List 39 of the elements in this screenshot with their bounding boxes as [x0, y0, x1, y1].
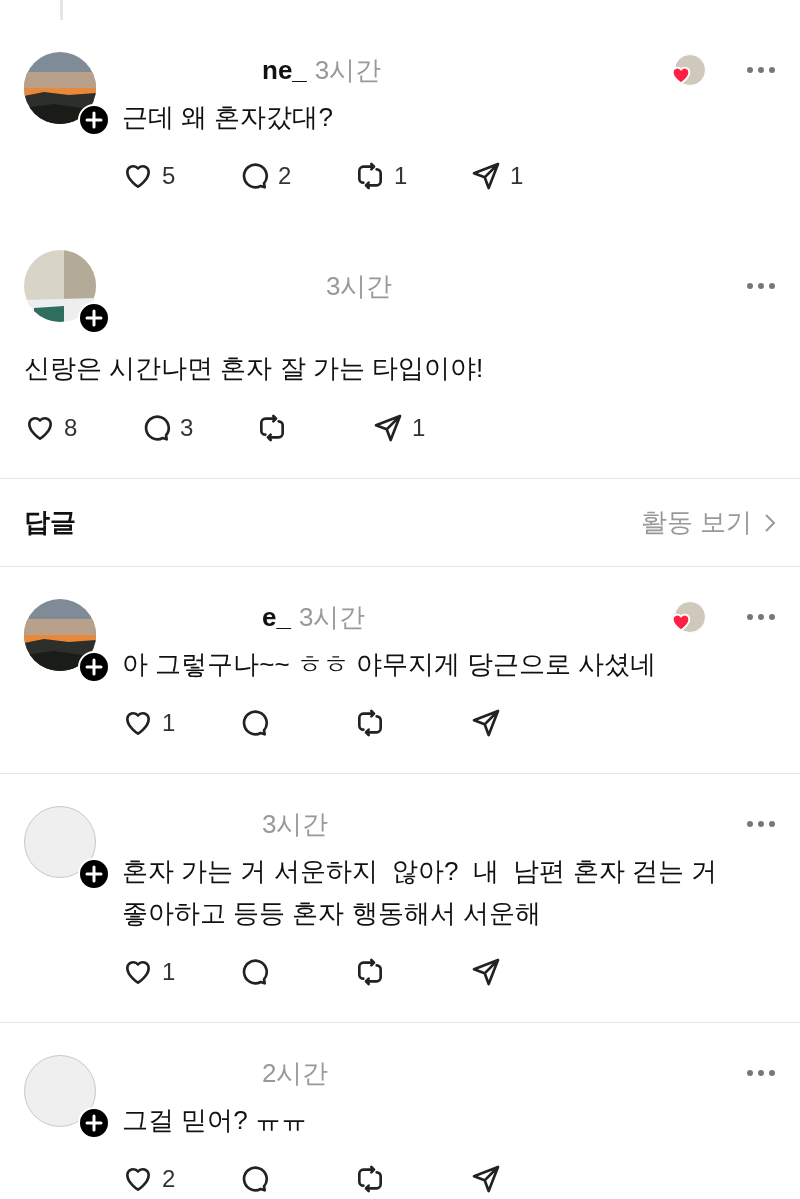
chevron-right-icon: [764, 512, 776, 533]
timestamp: 3시간: [298, 601, 366, 634]
send-icon[interactable]: [470, 160, 502, 192]
send-icon[interactable]: [372, 412, 404, 444]
count: 1: [510, 161, 524, 191]
more-icon[interactable]: [746, 820, 776, 828]
count: 8: [64, 413, 78, 443]
send-icon[interactable]: [470, 1163, 502, 1195]
send-icon[interactable]: [470, 707, 502, 739]
more-icon[interactable]: [746, 282, 776, 290]
follow-plus-icon[interactable]: [78, 858, 110, 890]
more-icon[interactable]: [746, 66, 776, 74]
count: 1: [162, 708, 176, 738]
follow-plus-icon[interactable]: [78, 651, 110, 683]
post-text: 신랑은 시간나면 혼자 잘 가는 타입이야!: [24, 352, 485, 385]
timestamp: 2시간: [262, 1057, 329, 1090]
follow-plus-icon[interactable]: [78, 302, 110, 334]
send-icon[interactable]: [470, 956, 502, 988]
username[interactable]: ne_: [262, 52, 307, 88]
follow-plus-icon[interactable]: [78, 1107, 110, 1139]
count: 1: [162, 957, 176, 987]
count: 2: [162, 1164, 176, 1194]
count: 2: [278, 161, 292, 191]
timestamp: 3시간: [314, 54, 382, 87]
replies-heading: 답글: [24, 506, 76, 539]
more-icon[interactable]: [746, 613, 776, 621]
count: 3: [180, 413, 194, 443]
reply-text: 아 그렇구나~~ ㅎㅎ 야무지게 당근으로 사셨네: [122, 648, 658, 681]
follow-plus-icon[interactable]: [78, 104, 110, 136]
timestamp: 3시간: [326, 270, 393, 303]
count: 1: [394, 161, 408, 191]
reply-text: 그걸 믿어? ㅠㅠ: [122, 1104, 308, 1137]
count: 5: [162, 161, 176, 191]
timestamp: 3시간: [262, 808, 329, 841]
reply-text: 근데 왜 혼자갔대?: [122, 101, 334, 134]
count: 1: [412, 413, 426, 443]
reply-text: 혼자 가는 거 서운하지 않아? 내 남편 혼자 걷는 거 좋아하고 등등 혼자 행동해서 서운해: [122, 855, 719, 930]
username[interactable]: e_: [262, 599, 291, 635]
more-icon[interactable]: [746, 1069, 776, 1077]
